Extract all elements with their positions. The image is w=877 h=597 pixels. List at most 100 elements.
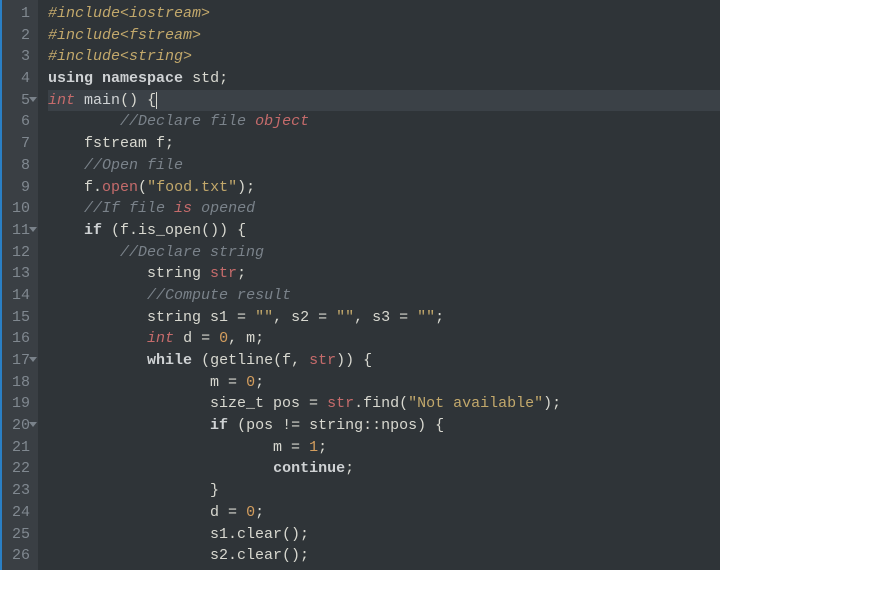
code-line[interactable]: s1.clear();	[48, 524, 720, 546]
code-line[interactable]: f.open("food.txt");	[48, 177, 720, 199]
code-token: s2.clear();	[48, 547, 309, 564]
line-number: 11	[12, 220, 30, 242]
code-line[interactable]: m = 1;	[48, 437, 720, 459]
code-token: s1.clear();	[48, 526, 309, 543]
code-token: "food.txt"	[147, 179, 237, 196]
line-number: 6	[12, 111, 30, 133]
code-token: "Not available"	[408, 395, 543, 412]
code-line[interactable]: if (f.is_open()) {	[48, 220, 720, 242]
line-number: 12	[12, 242, 30, 264]
code-token	[48, 330, 147, 347]
code-line[interactable]: string str;	[48, 263, 720, 285]
code-token: object	[255, 113, 309, 130]
code-token: d =	[174, 330, 219, 347]
code-line[interactable]: if (pos != string::npos) {	[48, 415, 720, 437]
code-token: f.	[48, 179, 102, 196]
line-number: 18	[12, 372, 30, 394]
code-line[interactable]: #include<fstream>	[48, 25, 720, 47]
code-line[interactable]: //If file is opened	[48, 198, 720, 220]
code-token: 1	[309, 439, 318, 456]
code-token: ""	[255, 309, 273, 326]
code-token	[48, 157, 84, 174]
code-token: 0	[246, 374, 255, 391]
code-token: //Declare string	[120, 244, 264, 261]
code-line[interactable]: int d = 0, m;	[48, 328, 720, 350]
code-token: ;	[345, 460, 354, 477]
line-number: 7	[12, 133, 30, 155]
code-token	[48, 113, 120, 130]
code-token: namespace	[102, 70, 183, 87]
code-line[interactable]: //Open file	[48, 155, 720, 177]
code-line[interactable]: using namespace std;	[48, 68, 720, 90]
code-token	[48, 200, 84, 217]
code-token: , m;	[228, 330, 264, 347]
code-token: std;	[183, 70, 228, 87]
code-token: ;	[318, 439, 327, 456]
code-token	[48, 460, 273, 477]
code-editor[interactable]: 1234567891011121314151617181920212223242…	[0, 0, 720, 570]
code-token: }	[48, 482, 219, 499]
code-token	[75, 92, 84, 109]
code-line[interactable]: //Declare file object	[48, 111, 720, 133]
code-token: (getline(f,	[192, 352, 309, 369]
code-token: str	[309, 352, 336, 369]
line-number: 3	[12, 46, 30, 68]
code-token: ""	[417, 309, 435, 326]
code-line[interactable]: while (getline(f, str)) {	[48, 350, 720, 372]
code-area[interactable]: #include<iostream> #include<fstream> #incl…	[38, 0, 720, 570]
code-token: )) {	[336, 352, 372, 369]
code-token: #include<fstream>	[48, 27, 201, 44]
code-token: while	[147, 352, 192, 369]
line-number: 24	[12, 502, 30, 524]
text-cursor	[156, 92, 157, 109]
line-number: 4	[12, 68, 30, 90]
code-line[interactable]: size_t pos = str.find("Not available");	[48, 393, 720, 415]
code-token: //Compute result	[147, 287, 291, 304]
code-token: );	[543, 395, 561, 412]
code-line[interactable]: continue;	[48, 458, 720, 480]
code-line[interactable]: string s1 = "", s2 = "", s3 = "";	[48, 307, 720, 329]
line-number: 23	[12, 480, 30, 502]
code-token: , s3 =	[354, 309, 417, 326]
code-token: ""	[336, 309, 354, 326]
code-line[interactable]: //Compute result	[48, 285, 720, 307]
code-token	[48, 352, 147, 369]
code-line[interactable]: //Declare string	[48, 242, 720, 264]
code-line[interactable]: m = 0;	[48, 372, 720, 394]
line-number: 14	[12, 285, 30, 307]
code-token: if	[210, 417, 228, 434]
code-line[interactable]: s2.clear();	[48, 545, 720, 567]
line-number-gutter: 1234567891011121314151617181920212223242…	[2, 0, 38, 570]
code-token: #include<string>	[48, 48, 192, 65]
code-token: 0	[246, 504, 255, 521]
code-token: str	[210, 265, 237, 282]
code-line[interactable]: int main() {	[48, 90, 720, 112]
code-token: d =	[48, 504, 246, 521]
line-number: 13	[12, 263, 30, 285]
code-token: opened	[192, 200, 255, 217]
code-token: int	[147, 330, 174, 347]
code-line[interactable]: }	[48, 480, 720, 502]
code-line[interactable]: fstream f;	[48, 133, 720, 155]
code-line[interactable]: #include<string>	[48, 46, 720, 68]
line-number: 9	[12, 177, 30, 199]
code-token	[48, 222, 84, 239]
code-token: , s2 =	[273, 309, 336, 326]
code-token: );	[237, 179, 255, 196]
line-number: 21	[12, 437, 30, 459]
code-line[interactable]: #include<iostream>	[48, 3, 720, 25]
code-token: using	[48, 70, 93, 87]
code-line[interactable]: d = 0;	[48, 502, 720, 524]
code-token: ;	[255, 504, 264, 521]
code-token: is	[174, 200, 192, 217]
code-token: continue	[273, 460, 345, 477]
code-token: main	[84, 92, 120, 109]
code-token: open	[102, 179, 138, 196]
code-token	[48, 417, 210, 434]
code-token: m =	[48, 374, 246, 391]
code-token: ;	[255, 374, 264, 391]
line-number: 2	[12, 25, 30, 47]
code-token: size_t pos =	[48, 395, 327, 412]
line-number: 5	[12, 90, 30, 112]
code-token: int	[48, 92, 75, 109]
